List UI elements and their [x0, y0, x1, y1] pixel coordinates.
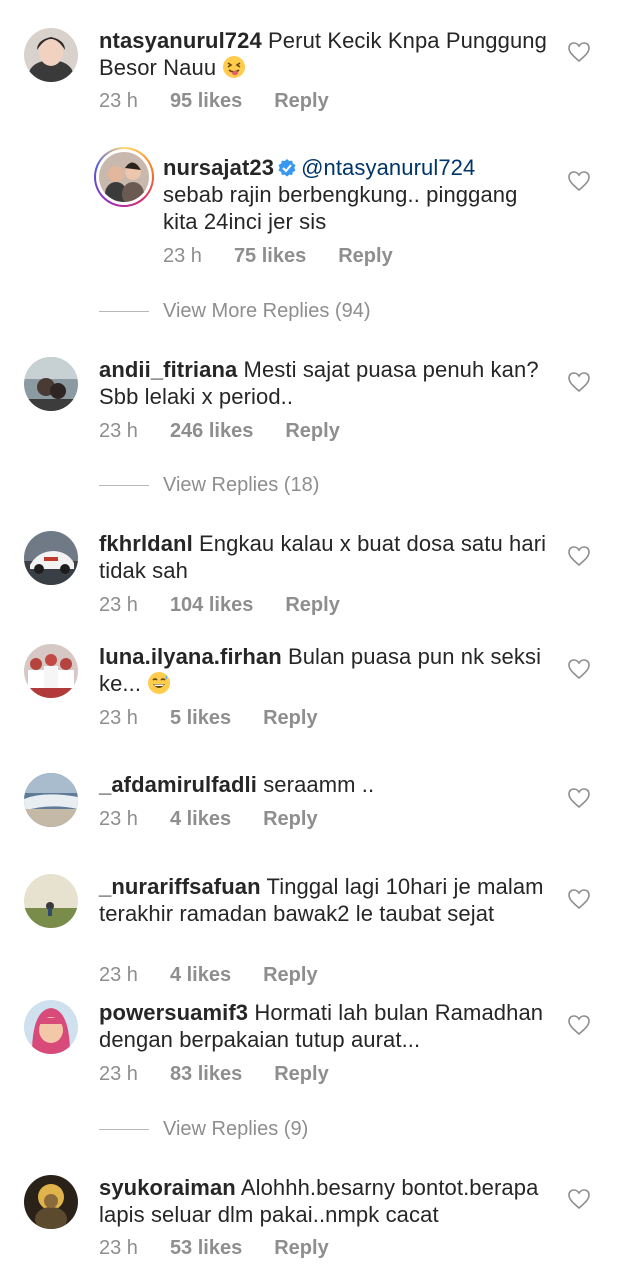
- view-more-replies-label: View More Replies (94): [163, 300, 371, 322]
- comment-text: ntasyanurul724 Perut Kecik Knpa Punggung…: [99, 27, 554, 81]
- comment-text: syukoraiman Alohhh.besarny bontot.berapa…: [99, 1174, 554, 1228]
- avatar[interactable]: [24, 1175, 78, 1229]
- avatar[interactable]: [24, 28, 78, 82]
- heart-icon[interactable]: [567, 1188, 591, 1210]
- comment-text: luna.ilyana.firhan Bulan puasa pun nk se…: [99, 643, 554, 697]
- reply-button[interactable]: Reply: [285, 594, 339, 617]
- comment-username[interactable]: powersuamif3: [99, 1000, 248, 1025]
- comment-text: _nurariffsafuan Tinggal lagi 10hari je m…: [99, 873, 554, 927]
- comment-time: 23 h: [99, 808, 138, 830]
- view-replies-button[interactable]: View Replies (9): [99, 1118, 308, 1141]
- comment-time: 23 h: [99, 964, 138, 986]
- avatar[interactable]: [24, 773, 78, 827]
- avatar[interactable]: [24, 357, 78, 411]
- divider-line: [99, 1129, 149, 1130]
- comment-meta: 23 h 53 likes Reply: [99, 1237, 329, 1260]
- avatar[interactable]: [99, 152, 149, 202]
- avatar[interactable]: [24, 531, 78, 585]
- comment-username[interactable]: luna.ilyana.firhan: [99, 644, 282, 669]
- verified-badge-icon: [278, 159, 296, 177]
- heart-icon[interactable]: [567, 658, 591, 680]
- reply-button[interactable]: Reply: [263, 964, 317, 987]
- reply-button[interactable]: Reply: [338, 245, 392, 268]
- comment-meta: 23 h 5 likes Reply: [99, 707, 318, 730]
- heart-icon[interactable]: [567, 545, 591, 567]
- comment-likes[interactable]: 4 likes: [170, 808, 231, 831]
- reply-button[interactable]: Reply: [274, 1063, 328, 1086]
- reply-likes[interactable]: 75 likes: [234, 245, 306, 268]
- view-replies-label: View Replies (18): [163, 474, 320, 496]
- comment-username[interactable]: fkhrldanl: [99, 531, 193, 556]
- comment-likes[interactable]: 246 likes: [170, 420, 253, 443]
- view-replies-label: View Replies (9): [163, 1118, 309, 1140]
- heart-icon[interactable]: [567, 1014, 591, 1036]
- divider-line: [99, 311, 149, 312]
- comment-time: 23 h: [99, 1237, 138, 1259]
- reply-mention[interactable]: @ntasyanurul724: [301, 155, 475, 180]
- reply-meta: 23 h 75 likes Reply: [163, 245, 393, 268]
- comment-meta: 23 h 104 likes Reply: [99, 594, 340, 617]
- comment-likes[interactable]: 53 likes: [170, 1237, 242, 1260]
- heart-icon[interactable]: [567, 888, 591, 910]
- divider-line: [99, 485, 149, 486]
- reply-text: nursajat23 @ntasyanurul724 sebab rajin be…: [163, 154, 553, 235]
- reply-button[interactable]: Reply: [274, 90, 328, 113]
- view-more-replies-button[interactable]: View More Replies (94): [99, 300, 371, 323]
- heart-icon[interactable]: [567, 371, 591, 393]
- view-replies-button[interactable]: View Replies (18): [99, 474, 319, 497]
- comment-text: fkhrldanl Engkau kalau x buat dosa satu …: [99, 530, 554, 584]
- squinting-tongue-emoji: [223, 56, 246, 78]
- heart-icon[interactable]: [567, 41, 591, 63]
- avatar[interactable]: [24, 874, 78, 928]
- comment-likes[interactable]: 95 likes: [170, 90, 242, 113]
- comment-username[interactable]: ntasyanurul724: [99, 28, 262, 53]
- comment-time: 23 h: [99, 1063, 138, 1085]
- reply-username[interactable]: nursajat23: [163, 155, 274, 180]
- comment-time: 23 h: [99, 420, 138, 442]
- comment-username[interactable]: _afdamirulfadli: [99, 772, 257, 797]
- comment-body: seraamm ..: [263, 772, 375, 797]
- comment-likes[interactable]: 4 likes: [170, 964, 231, 987]
- comment-time: 23 h: [99, 594, 138, 616]
- comment-username[interactable]: andii_fitriana: [99, 357, 237, 382]
- reply-button[interactable]: Reply: [285, 420, 339, 443]
- comment-meta: 23 h 95 likes Reply: [99, 90, 329, 113]
- reply-button[interactable]: Reply: [263, 707, 317, 730]
- reply-button[interactable]: Reply: [263, 808, 317, 831]
- comment-likes[interactable]: 104 likes: [170, 594, 253, 617]
- comment-time: 23 h: [99, 707, 138, 729]
- comment-likes[interactable]: 5 likes: [170, 707, 231, 730]
- comment-meta: 23 h 4 likes Reply: [99, 964, 318, 987]
- reply-time: 23 h: [163, 245, 202, 267]
- comment-meta: 23 h 83 likes Reply: [99, 1063, 329, 1086]
- heart-icon[interactable]: [567, 170, 591, 192]
- reply-body: sebab rajin berbengkung.. pinggang kita …: [163, 182, 518, 234]
- comment-likes[interactable]: 83 likes: [170, 1063, 242, 1086]
- comment-text: _afdamirulfadli seraamm ..: [99, 771, 554, 798]
- comment-username[interactable]: _nurariffsafuan: [99, 874, 261, 899]
- reply-button[interactable]: Reply: [274, 1237, 328, 1260]
- comment-text: andii_fitriana Mesti sajat puasa penuh k…: [99, 356, 554, 410]
- avatar[interactable]: [24, 1000, 78, 1054]
- comment-username[interactable]: syukoraiman: [99, 1175, 236, 1200]
- heart-icon[interactable]: [567, 787, 591, 809]
- comment-meta: 23 h 246 likes Reply: [99, 420, 340, 443]
- comment-time: 23 h: [99, 90, 138, 112]
- grinning-sweat-emoji: [148, 672, 171, 694]
- comment-text: powersuamif3 Hormati lah bulan Ramadhan …: [99, 999, 554, 1053]
- avatar[interactable]: [24, 644, 78, 698]
- comment-meta: 23 h 4 likes Reply: [99, 808, 318, 831]
